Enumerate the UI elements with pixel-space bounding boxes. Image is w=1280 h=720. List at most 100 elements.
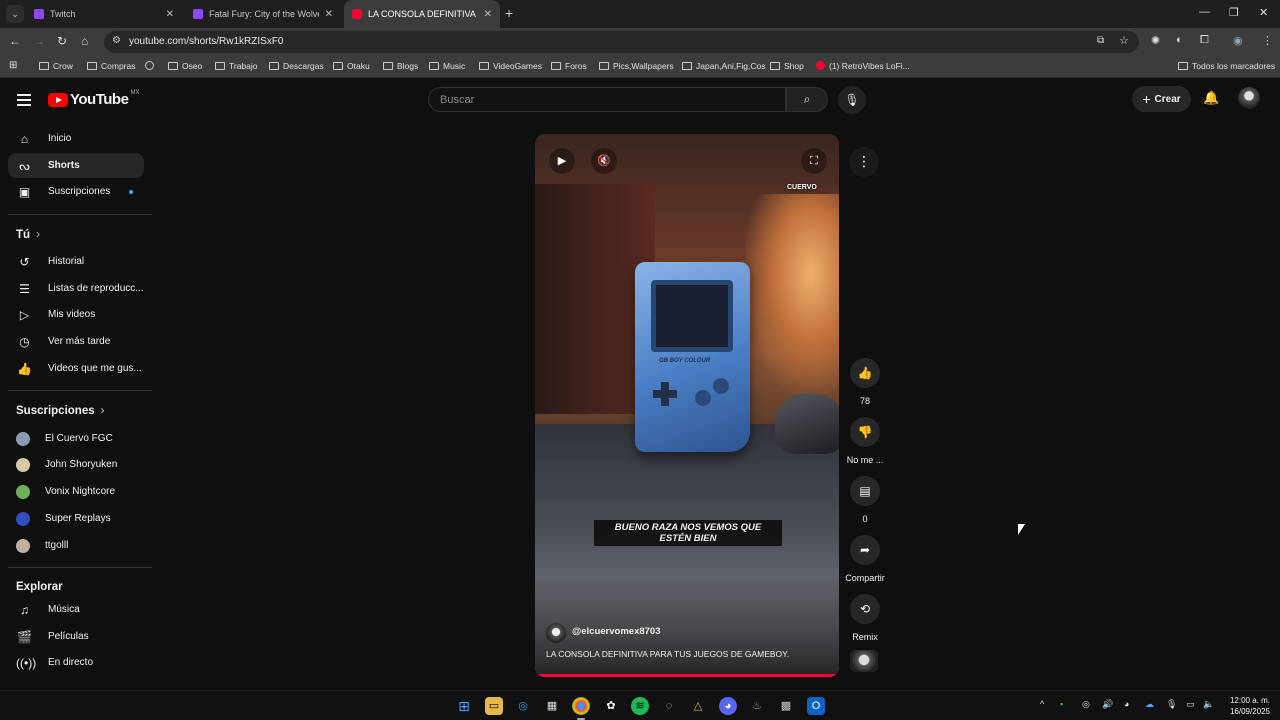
tray-volume-icon[interactable]: 🔊 — [1102, 699, 1113, 710]
minimize-icon[interactable]: — — [1199, 6, 1210, 18]
windows-start-icon[interactable]: ⊞ — [455, 697, 473, 715]
reload-icon[interactable]: ↻ — [57, 34, 67, 48]
new-tab-button[interactable]: + — [505, 5, 513, 21]
section-header-suscripciones[interactable]: Suscripciones › — [16, 405, 104, 417]
file-explorer-icon[interactable]: ▭ — [485, 697, 503, 715]
channel-handle[interactable]: @elcuervomex8703 — [572, 626, 661, 637]
menu-icon[interactable] — [17, 94, 31, 109]
bookmark-folder[interactable]: Foros — [551, 61, 587, 71]
tab-search-button[interactable]: ⌄ — [6, 5, 24, 23]
extension-icon[interactable]: ✺ — [1151, 34, 1160, 47]
sidebar-item-peliculas[interactable]: 🎬 Películas — [8, 624, 144, 649]
bookmark-link[interactable]: (1) RetroVibes LoFi... — [816, 61, 910, 71]
bookmark-folder[interactable]: Blogs — [383, 61, 418, 71]
address-bar[interactable]: ⚙ youtube.com/shorts/Rw1kRZISxF0 ⧉ ☆ — [104, 31, 1139, 53]
app-icon[interactable]: △ — [689, 697, 707, 715]
sidebar-item-en-directo[interactable]: ((•)) En directo — [8, 650, 144, 675]
sidebar-item-videos-gustan[interactable]: 👍 Videos que me gus... — [8, 356, 144, 381]
progress-bar[interactable] — [535, 674, 839, 677]
tray-overflow-icon[interactable]: ^ — [1040, 699, 1044, 709]
profile-icon[interactable]: ◉ — [1233, 34, 1243, 47]
chrome-menu-icon[interactable]: ⋮ — [1262, 34, 1273, 47]
sidebar-channel[interactable]: John Shoryuken — [8, 452, 144, 477]
sidebar-channel[interactable]: Super Replays — [8, 506, 144, 531]
sidebar-channel[interactable]: El Cuervo FGC — [8, 426, 144, 451]
notifications-bell-icon[interactable]: 🔔 — [1203, 90, 1219, 106]
close-tab-icon[interactable]: ✕ — [166, 9, 174, 20]
sidebar-item-shorts[interactable]: ᔓ Shorts — [8, 153, 144, 178]
bookmark-folder[interactable]: Pics,Wallpapers — [599, 61, 674, 71]
back-icon[interactable]: ← — [9, 34, 21, 48]
close-tab-icon[interactable]: ✕ — [484, 9, 492, 20]
search-button[interactable]: ⌕ — [786, 87, 828, 112]
discord-icon[interactable]: ◕ — [719, 697, 737, 715]
section-header-tu[interactable]: Tú › — [16, 229, 40, 241]
sound-source-thumbnail[interactable] — [850, 650, 878, 672]
bookmark-folder[interactable]: Oseo — [168, 61, 202, 71]
play-button[interactable]: ▶ — [549, 148, 575, 174]
store-icon[interactable]: ▦ — [543, 697, 561, 715]
all-bookmarks-folder[interactable]: Todos los marcadores — [1178, 61, 1275, 71]
tray-mic-icon[interactable]: 🎙 — [1166, 699, 1177, 710]
restore-icon[interactable]: ❐ — [1229, 6, 1239, 19]
bookmark-folder[interactable]: Descargas — [269, 61, 324, 71]
apps-grid-icon[interactable]: ⊞ — [9, 60, 17, 71]
tab-twitch[interactable]: Twitch ✕ — [26, 0, 182, 28]
channel-avatar[interactable] — [546, 623, 566, 643]
extension-shield-icon[interactable]: ◐ — [1176, 34, 1183, 46]
forward-icon[interactable]: → — [33, 34, 45, 48]
home-icon[interactable]: ⌂ — [81, 34, 88, 48]
sidebar-item-musica[interactable]: ♫ Música — [8, 597, 144, 622]
close-window-icon[interactable]: ✕ — [1259, 6, 1268, 19]
bookmark-folder[interactable]: Crow — [39, 61, 73, 71]
chrome-icon[interactable] — [572, 697, 590, 720]
account-avatar[interactable] — [1238, 87, 1260, 109]
tab-fatal-fury[interactable]: Fatal Fury: City of the Wolves - ✕ — [185, 0, 341, 28]
tray-app-icon[interactable]: ▪ — [1060, 699, 1063, 709]
sidebar-item-inicio[interactable]: ⌂ Inicio — [8, 126, 144, 151]
bookmark-folder[interactable]: Shop — [770, 61, 804, 71]
remix-button[interactable]: ⟲ Remix — [843, 594, 887, 642]
sidebar-channel[interactable]: ttgolll — [8, 533, 144, 558]
share-button[interactable]: ➦ Compartir — [843, 535, 887, 583]
bookmark-folder[interactable]: Compras — [87, 61, 135, 71]
sidebar-item-historial[interactable]: ↺ Historial — [8, 249, 144, 274]
sidebar-item-suscripciones[interactable]: ▣ Suscripciones — [8, 179, 144, 204]
sidebar-item-listas[interactable]: ☰ Listas de reproducc... — [8, 276, 144, 301]
app-icon[interactable]: ▩ — [777, 697, 795, 715]
tray-speaker-icon[interactable]: 🔈 — [1203, 699, 1214, 710]
shorts-video-player[interactable]: GB BOY COLOUR ▶ 🔇 ⛶ CUERVO BUENO RAZA NO… — [535, 134, 839, 677]
system-clock[interactable]: 12:00 a. m. 16/09/2025 — [1222, 695, 1270, 717]
sidebar-item-ver-mas-tarde[interactable]: ◷ Ver más tarde — [8, 329, 144, 354]
edge-browser-icon[interactable]: ◎ — [514, 697, 532, 715]
create-button[interactable]: + Crear — [1132, 86, 1191, 112]
more-options-button[interactable]: ⋮ — [849, 147, 879, 177]
bookmark-star-icon[interactable]: ☆ — [1119, 34, 1129, 47]
bookmark-folder[interactable]: VideoGames — [479, 61, 542, 71]
youtube-logo[interactable]: YouTube MX — [48, 90, 139, 108]
bookmark-folder[interactable]: Trabajo — [215, 61, 258, 71]
steam-icon[interactable]: ♨ — [748, 697, 766, 715]
mute-button[interactable]: 🔇 — [591, 148, 617, 174]
bookmark-folder[interactable]: Japan,Ani,Fig,Cos — [682, 61, 765, 71]
tray-discord-icon[interactable]: ◕ — [1124, 699, 1129, 709]
tray-network-icon[interactable]: ▭ — [1186, 699, 1195, 710]
tray-cloud-icon[interactable]: ☁ — [1145, 699, 1154, 710]
search-input[interactable]: Buscar — [428, 87, 786, 112]
extensions-puzzle-icon[interactable]: ⧠ — [1200, 34, 1209, 47]
sidebar-item-mis-videos[interactable]: ▷ Mis videos — [8, 302, 144, 327]
bookmark-link[interactable] — [145, 61, 158, 71]
comments-button[interactable]: ▤ 0 — [843, 476, 887, 524]
dislike-button[interactable]: 👎 No me ... — [843, 417, 887, 465]
voice-search-button[interactable]: 🎙 — [838, 86, 866, 114]
close-tab-icon[interactable]: ✕ — [325, 9, 333, 20]
tab-youtube-short[interactable]: LA CONSOLA DEFINITIVA PARA ✕ — [344, 0, 500, 28]
outlook-icon[interactable]: O — [807, 697, 825, 715]
bookmark-folder[interactable]: Music — [429, 61, 465, 71]
fullscreen-button[interactable]: ⛶ — [801, 148, 827, 174]
site-info-icon[interactable]: ⚙ — [112, 35, 121, 46]
app-icon[interactable]: ◌ — [660, 697, 678, 715]
bookmark-folder[interactable]: Otaku — [333, 61, 370, 71]
spotify-icon[interactable]: ≋ — [631, 697, 649, 715]
like-button[interactable]: 👍 78 — [843, 358, 887, 406]
